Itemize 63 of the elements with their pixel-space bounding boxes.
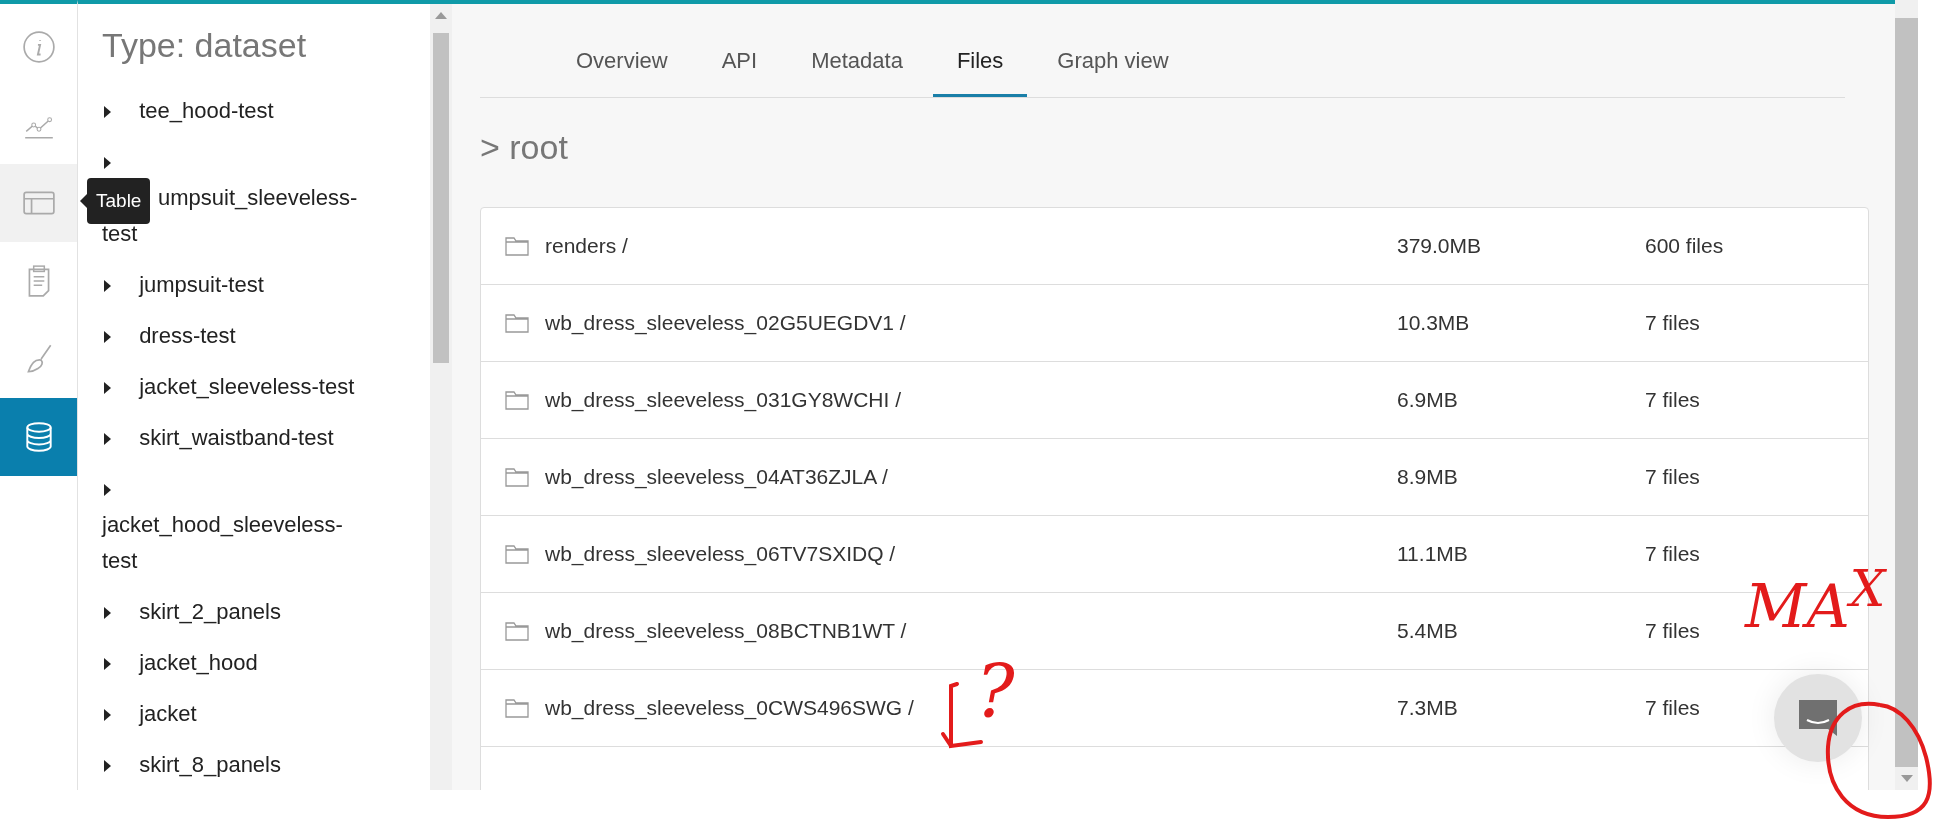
- folder-name[interactable]: wb_dress_sleeveless_06TV7SXIDQ /: [545, 542, 1397, 566]
- database-nav-button[interactable]: [0, 398, 77, 476]
- file-count: 600 files: [1645, 234, 1724, 258]
- folder-name[interactable]: wb_dress_sleeveless_04AT36ZJLA /: [545, 465, 1397, 489]
- file-count: 7 files: [1645, 542, 1700, 566]
- tree-item[interactable]: tee_hood-test: [139, 93, 274, 129]
- expand-arrow-icon[interactable]: [104, 607, 111, 620]
- chat-icon: [1797, 698, 1839, 738]
- file-count: 7 files: [1645, 619, 1700, 643]
- folder-size: 5.4MB: [1397, 619, 1459, 643]
- folder-icon: [505, 236, 529, 256]
- tree-item[interactable]: skirt_waistband-test: [139, 420, 334, 456]
- tree-item[interactable]: jacket_hood_sleeveless-test: [102, 507, 352, 579]
- expand-arrow-icon[interactable]: [104, 484, 111, 497]
- tree-item[interactable]: jacket: [139, 696, 197, 732]
- folder-icon: [505, 390, 529, 410]
- file-count: 7 files: [1645, 311, 1700, 335]
- folder-size: 379.0MB: [1397, 234, 1483, 258]
- breadcrumb: > root: [480, 128, 569, 167]
- tree-item[interactable]: dress-test: [139, 318, 236, 354]
- folder-size: 8.9MB: [1397, 465, 1459, 489]
- expand-arrow-icon[interactable]: [104, 658, 111, 671]
- folder-icon: [505, 313, 529, 333]
- tooltip: Table: [80, 178, 151, 224]
- expand-arrow-icon[interactable]: [104, 106, 111, 119]
- tab[interactable]: Overview: [552, 4, 692, 97]
- tab[interactable]: Files: [932, 4, 1028, 97]
- expand-arrow-icon[interactable]: [104, 433, 111, 446]
- file-count: 7 files: [1645, 696, 1700, 720]
- expand-arrow-icon[interactable]: [104, 760, 111, 773]
- tab[interactable]: Metadata: [787, 4, 927, 97]
- sidebar-title: Type: dataset: [102, 26, 308, 65]
- tab[interactable]: API: [697, 4, 782, 97]
- folder-name[interactable]: wb_dress_sleeveless_02G5UEGDV1 /: [545, 311, 1397, 335]
- handwritten-note: ?: [976, 650, 1015, 734]
- tree-item[interactable]: skirt_8_panels: [139, 747, 281, 783]
- folder-size: 11.1MB: [1397, 542, 1469, 566]
- scrollbar[interactable]: [1895, 0, 1918, 790]
- expand-arrow-icon[interactable]: [104, 157, 111, 170]
- folder-name[interactable]: wb_dress_sleeveless_031GY8WCHI /: [545, 388, 1397, 412]
- expand-arrow-icon[interactable]: [104, 709, 111, 722]
- file-count: 7 files: [1645, 465, 1700, 489]
- file-count: 7 files: [1645, 388, 1700, 412]
- expand-arrow-icon[interactable]: [104, 382, 111, 395]
- folder-icon: [505, 544, 529, 564]
- folder-size: 6.9MB: [1397, 388, 1459, 412]
- tab[interactable]: Graph view: [1033, 4, 1193, 97]
- tree-item[interactable]: jacket_sleeveless-test: [139, 369, 355, 405]
- tree-item[interactable]: jumpsuit-test: [139, 267, 264, 303]
- folder-icon: [505, 467, 529, 487]
- info-icon: [21, 30, 56, 64]
- tree-item[interactable]: jacket_hood: [139, 645, 258, 681]
- folder-icon: [505, 698, 529, 718]
- folder-name[interactable]: wb_dress_sleeveless_08BCTNB1WT /: [545, 619, 1397, 643]
- folder-icon: [505, 621, 529, 641]
- expand-arrow-icon[interactable]: [104, 280, 111, 293]
- handwritten-note: MA$^{X}$: [1745, 560, 1886, 641]
- expand-arrow-icon[interactable]: [104, 331, 111, 344]
- folder-size: 10.3MB: [1397, 311, 1471, 335]
- scrollbar[interactable]: [430, 0, 452, 790]
- folder-size: 7.3MB: [1397, 696, 1459, 720]
- tree-item[interactable]: skirt_2_panels: [139, 594, 281, 630]
- folder-name[interactable]: renders /: [545, 234, 1397, 258]
